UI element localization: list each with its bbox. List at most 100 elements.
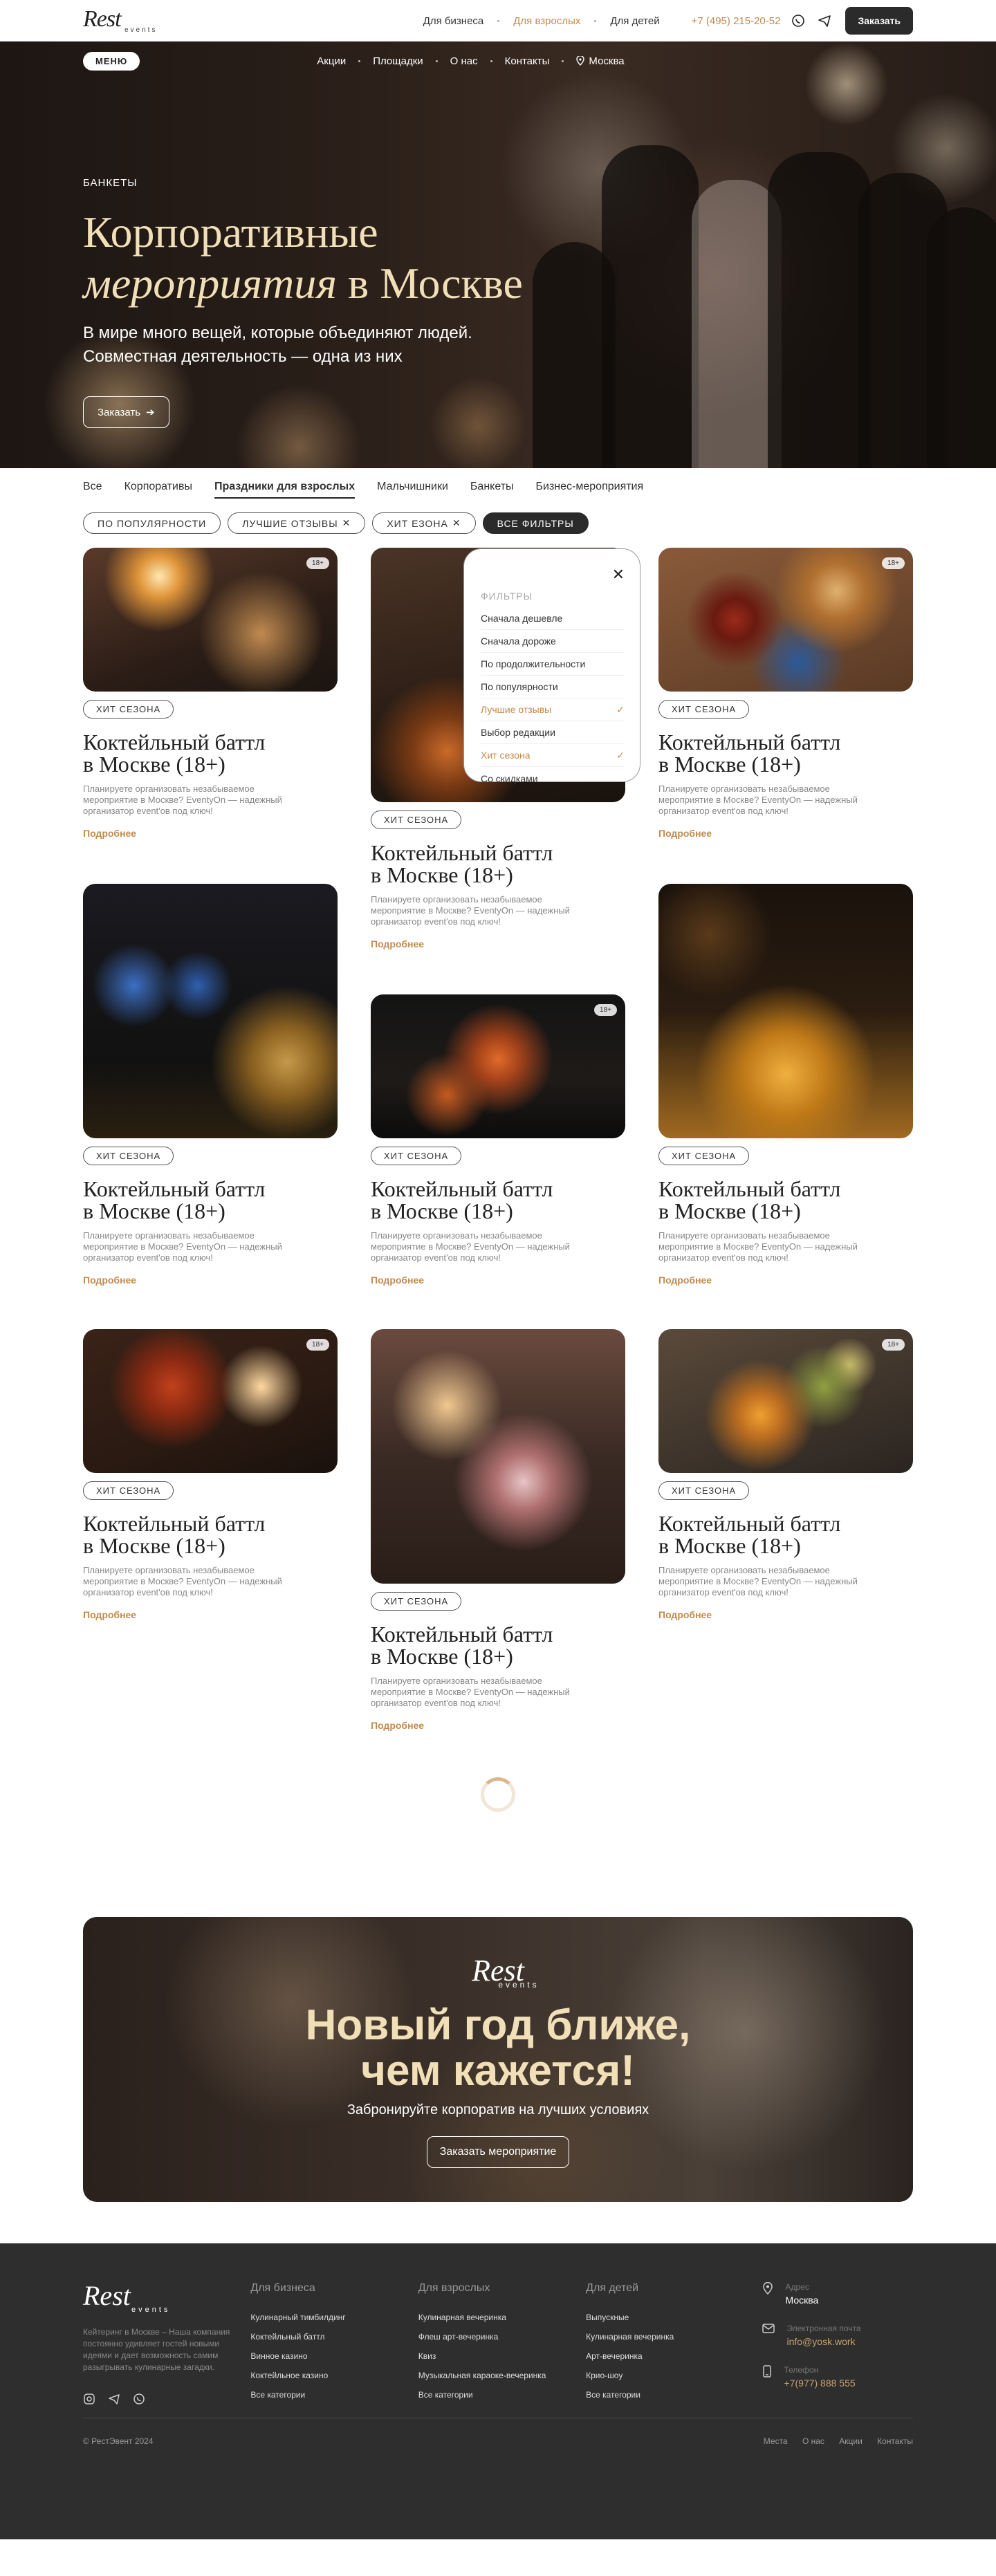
footer-link[interactable]: Выпускные — [586, 2313, 753, 2322]
footer-bottom-link[interactable]: Акции — [839, 2436, 863, 2446]
footer-link[interactable]: Флеш арт-вечеринка — [418, 2332, 586, 2342]
email-value[interactable]: info@yosk.work — [787, 2336, 861, 2347]
filter-option-selected[interactable]: Хит сезона ✓ — [481, 744, 625, 767]
tab-corporate[interactable]: Корпоративы — [124, 481, 192, 499]
tab-all[interactable]: Все — [83, 481, 102, 499]
menu-button[interactable]: МЕНЮ — [83, 51, 140, 71]
footer-link[interactable]: Музыкальная караоке-вечеринка — [418, 2371, 586, 2380]
footer-link[interactable]: Коктейльный баттл — [250, 2332, 418, 2342]
card-title: Коктейльный баттл в Москве (18+) — [371, 840, 553, 887]
footer-link[interactable]: Крио-шоу — [586, 2371, 753, 2380]
city-selector[interactable]: Москва — [564, 55, 636, 67]
hero-lead-line1: В мире много вещей, которые объединяют л… — [83, 324, 472, 342]
filter-option-selected[interactable]: Лучшие отзывы ✓ — [481, 698, 625, 721]
sort-chip[interactable]: ПО ПОПУЛЯРНОСТИ — [83, 512, 221, 534]
footer-link[interactable]: Коктейльное казино — [250, 2371, 418, 2380]
card-title: Коктейльный баттл в Москве (18+) — [658, 1176, 841, 1223]
filters-title: ФИЛЬТРЫ — [481, 591, 533, 602]
hero-order-button[interactable]: Заказать ➔ — [83, 396, 169, 428]
footer-link[interactable]: Кулинарный тимбилдинг — [250, 2313, 418, 2322]
footer-link[interactable]: Все категории — [250, 2390, 418, 2400]
card-more-link[interactable]: Подробнее — [658, 1275, 712, 1286]
event-card[interactable]: 18+ ХИТ СЕЗОНА Коктейльный баттл в Москве… — [658, 548, 913, 840]
site-logo[interactable]: Rest events — [83, 8, 157, 34]
footer-bottom-link[interactable]: Места — [764, 2436, 788, 2446]
footer-bottom-link[interactable]: Контакты — [877, 2436, 913, 2446]
hero-link-about[interactable]: О нас — [438, 55, 490, 67]
card-description: Планируете организовать незабываемое мер… — [371, 1676, 570, 1708]
event-card[interactable]: 18+ ХИТ СЕЗОНА Коктейльный баттл в Москве… — [658, 1329, 913, 1622]
card-image: 18+ — [371, 994, 625, 1138]
footer-link[interactable]: Кулинарная вечеринка — [586, 2332, 753, 2342]
nav-business[interactable]: Для бизнеса — [409, 15, 498, 27]
tab-adult-parties[interactable]: Праздники для взрослых — [214, 481, 356, 499]
tab-bachelor[interactable]: Мальчишники — [377, 481, 448, 499]
header-order-button[interactable]: Заказать — [845, 7, 913, 35]
event-card[interactable]: ХИТ СЕЗОНА Коктейльный баттл в Москве (18… — [83, 884, 338, 1287]
card-more-link[interactable]: Подробнее — [658, 828, 712, 839]
instagram-icon[interactable] — [83, 2393, 95, 2409]
card-more-link[interactable]: Подробнее — [658, 1609, 712, 1620]
footer-link[interactable]: Арт-вечеринка — [586, 2351, 753, 2361]
hero-link-promos[interactable]: Акции — [304, 55, 358, 67]
phone-label: Телефон — [784, 2365, 819, 2375]
filter-option[interactable]: Сначала дороже — [481, 630, 625, 653]
location-pin-icon — [576, 56, 585, 66]
filter-option[interactable]: По продолжительности — [481, 653, 625, 676]
hero-link-contacts[interactable]: Контакты — [492, 55, 562, 67]
card-more-link[interactable]: Подробнее — [83, 828, 136, 839]
close-icon[interactable]: ✕ — [342, 517, 351, 529]
header-phone[interactable]: +7 (495) 215-20-52 — [692, 15, 781, 27]
whatsapp-icon[interactable] — [790, 12, 806, 29]
filter-option[interactable]: По популярности — [481, 676, 625, 698]
filter-option[interactable]: Со скидками — [481, 767, 625, 790]
nav-adults[interactable]: Для взрослых — [499, 15, 594, 27]
event-card[interactable]: ХИТ СЕЗОНА Коктейльный баттл в Москве (18… — [658, 884, 913, 1287]
card-title: Коктейльный баттл в Москве (18+) — [371, 1176, 553, 1223]
card-more-link[interactable]: Подробнее — [371, 1275, 424, 1286]
nav-kids[interactable]: Для детей — [596, 15, 673, 27]
card-description: Планируете организовать незабываемое мер… — [83, 1565, 282, 1597]
event-card[interactable]: 18+ ХИТ СЕЗОНА Коктейльный баттл в Москве… — [83, 1329, 338, 1622]
close-icon[interactable]: ✕ — [612, 566, 625, 584]
telegram-icon[interactable] — [816, 12, 833, 29]
all-filters-button[interactable]: ВСЕ ФИЛЬТРЫ — [482, 512, 589, 534]
main-nav: Для бизнеса Для взрослых Для детей — [409, 15, 674, 27]
email-label: Электронная почта — [786, 2324, 861, 2333]
card-more-link[interactable]: Подробнее — [371, 1720, 424, 1731]
city-label: Москва — [589, 55, 625, 67]
tab-business-events[interactable]: Бизнес-мероприятия — [536, 481, 644, 499]
card-more-link[interactable]: Подробнее — [371, 938, 424, 949]
card-badge: ХИТ СЕЗОНА — [83, 1147, 174, 1165]
filter-option[interactable]: Сначала дешевле — [481, 607, 625, 630]
close-icon[interactable]: ✕ — [452, 517, 461, 529]
card-badge: ХИТ СЕЗОНА — [371, 1592, 462, 1611]
card-more-link[interactable]: Подробнее — [83, 1275, 136, 1286]
footer-link[interactable]: Кулинарная вечеринка — [418, 2313, 586, 2322]
filter-chip-hit[interactable]: ХИТ ЕЗОНА ✕ — [372, 512, 476, 534]
card-title: Коктейльный баттл в Москве (18+) — [371, 1622, 553, 1669]
event-card[interactable]: ХИТ СЕЗОНА Коктейльный баттл в Москве (18… — [371, 1329, 625, 1732]
top-header: Rest events Для бизнеса Для взрослых Для… — [0, 0, 996, 41]
filter-option[interactable]: Выбор редакции — [481, 721, 625, 744]
footer-link[interactable]: Все категории — [418, 2390, 586, 2400]
card-badge: ХИТ СЕЗОНА — [83, 1481, 174, 1500]
footer-link[interactable]: Квиз — [418, 2351, 586, 2361]
phone-value[interactable]: +7(977) 888 555 — [784, 2378, 856, 2389]
footer-bottom-link[interactable]: О нас — [802, 2436, 824, 2446]
event-card[interactable]: 18+ ХИТ СЕЗОНА Коктейльный баттл в Москве… — [83, 548, 338, 840]
card-image: 18+ — [658, 1329, 913, 1473]
logo-subtitle: events — [124, 26, 158, 34]
card-more-link[interactable]: Подробнее — [83, 1609, 136, 1620]
hero-link-venues[interactable]: Площадки — [360, 55, 435, 67]
banner-order-button[interactable]: Заказать мероприятие — [426, 2136, 570, 2168]
telegram-icon[interactable] — [108, 2393, 120, 2409]
footer-link[interactable]: Все категории — [586, 2390, 753, 2400]
card-title: Коктейльный баттл в Москве (18+) — [658, 1511, 841, 1558]
event-card[interactable]: 18+ ХИТ СЕЗОНА Коктейльный баттл в Москве… — [371, 994, 625, 1287]
tab-banquets[interactable]: Банкеты — [470, 481, 514, 499]
footer-link[interactable]: Винное казино — [250, 2351, 418, 2361]
filter-chip-reviews[interactable]: ЛУЧШИЕ ОТЗЫВЫ ✕ — [228, 512, 366, 534]
footer-col-kids: Для детей Выпускные Кулинарная вечеринка… — [586, 2282, 753, 2409]
whatsapp-icon[interactable] — [133, 2393, 145, 2409]
